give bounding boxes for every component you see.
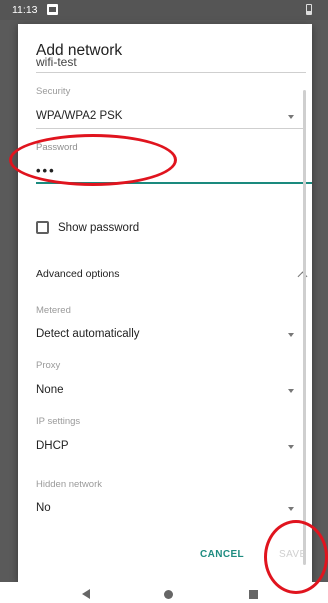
cancel-button[interactable]: CANCEL (200, 549, 244, 560)
battery-icon (306, 4, 312, 15)
show-password-label[interactable]: Show password (58, 222, 139, 234)
scrollbar[interactable] (303, 90, 306, 565)
dropdown-arrow-icon[interactable] (288, 507, 294, 511)
security-value[interactable]: WPA/WPA2 PSK (36, 110, 122, 122)
status-time: 11:13 (12, 4, 38, 16)
security-label: Security (36, 86, 71, 97)
proxy-label: Proxy (36, 360, 61, 371)
save-highlight-circle (264, 520, 328, 594)
home-icon[interactable] (164, 590, 173, 599)
advanced-options-label[interactable]: Advanced options (36, 268, 119, 280)
hidden-network-value[interactable]: No (36, 502, 51, 514)
proxy-value[interactable]: None (36, 384, 64, 396)
dropdown-arrow-icon[interactable] (288, 389, 294, 393)
recents-icon[interactable] (249, 590, 258, 599)
network-name-value: wifi-test (36, 55, 77, 69)
ip-settings-label: IP settings (36, 416, 81, 427)
show-password-checkbox[interactable] (36, 221, 49, 234)
back-icon[interactable] (82, 589, 90, 599)
metered-value[interactable]: Detect automatically (36, 328, 140, 340)
notification-icon (47, 4, 58, 15)
dropdown-arrow-icon[interactable] (288, 333, 294, 337)
security-divider (36, 128, 306, 129)
password-highlight-circle (9, 134, 177, 186)
status-bar: 11:13 (0, 0, 328, 20)
dropdown-arrow-icon[interactable] (288, 445, 294, 449)
network-name-field[interactable]: wifi-test (36, 52, 306, 74)
add-network-dialog: Add network wifi-test Security WPA/WPA2 … (18, 24, 312, 582)
hidden-network-label: Hidden network (36, 479, 103, 490)
ip-settings-value[interactable]: DHCP (36, 440, 69, 452)
metered-label: Metered (36, 305, 71, 316)
network-name-underline (36, 72, 306, 73)
dropdown-arrow-icon[interactable] (288, 115, 294, 119)
